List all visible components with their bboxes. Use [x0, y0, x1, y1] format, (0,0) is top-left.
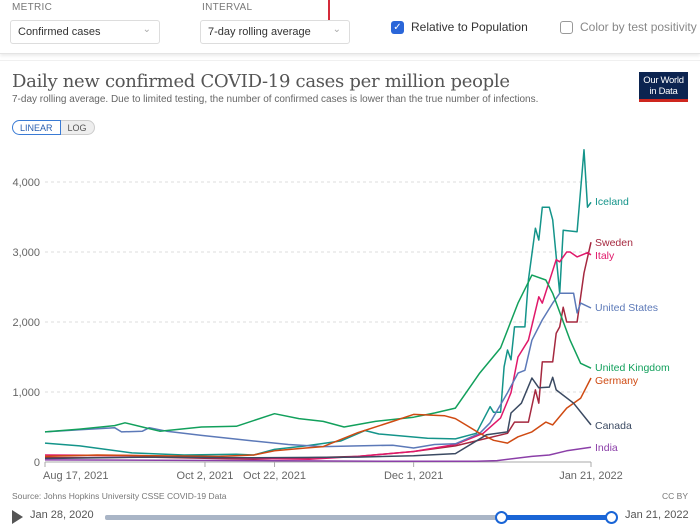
y-tick-label: 0	[34, 457, 40, 469]
y-tick-label: 4,000	[12, 177, 40, 189]
series-label[interactable]: Germany	[595, 375, 639, 387]
series-label[interactable]: United Kingdom	[595, 362, 670, 374]
timeline-start-handle[interactable]	[495, 511, 508, 524]
x-tick-label: Oct 2, 2021	[177, 470, 234, 482]
series-line-iceland[interactable]	[44, 149, 592, 456]
timeline-selected-range	[502, 515, 612, 520]
y-tick-label: 3,000	[12, 247, 40, 259]
series-label[interactable]: United States	[595, 302, 658, 314]
y-tick-label: 2,000	[12, 317, 40, 329]
x-tick-label: Jan 21, 2022	[559, 470, 623, 482]
timeline-end: Jan 21, 2022	[625, 509, 689, 521]
series-label[interactable]: Italy	[595, 250, 615, 262]
license-link[interactable]: CC BY	[662, 491, 688, 501]
play-icon[interactable]	[12, 510, 23, 524]
series-label[interactable]: Canada	[595, 420, 632, 432]
source-note: Source: Johns Hopkins University CSSE CO…	[12, 491, 227, 501]
x-tick-label: Dec 1, 2021	[384, 470, 443, 482]
series-label[interactable]: Iceland	[595, 196, 629, 208]
y-tick-label: 1,000	[12, 387, 40, 399]
line-chart: 0 1,000 2,000 3,000 4,000 Aug 17, 2021 Oct 2, …	[12, 149, 670, 482]
x-tick-label: Oct 22, 2021	[243, 470, 306, 482]
series-label[interactable]: India	[595, 442, 618, 454]
timeline-start: Jan 28, 2020	[30, 509, 94, 521]
timeline-end-handle[interactable]	[605, 511, 618, 524]
x-tick-label: Aug 17, 2021	[43, 470, 108, 482]
series-label[interactable]: Sweden	[595, 237, 633, 249]
